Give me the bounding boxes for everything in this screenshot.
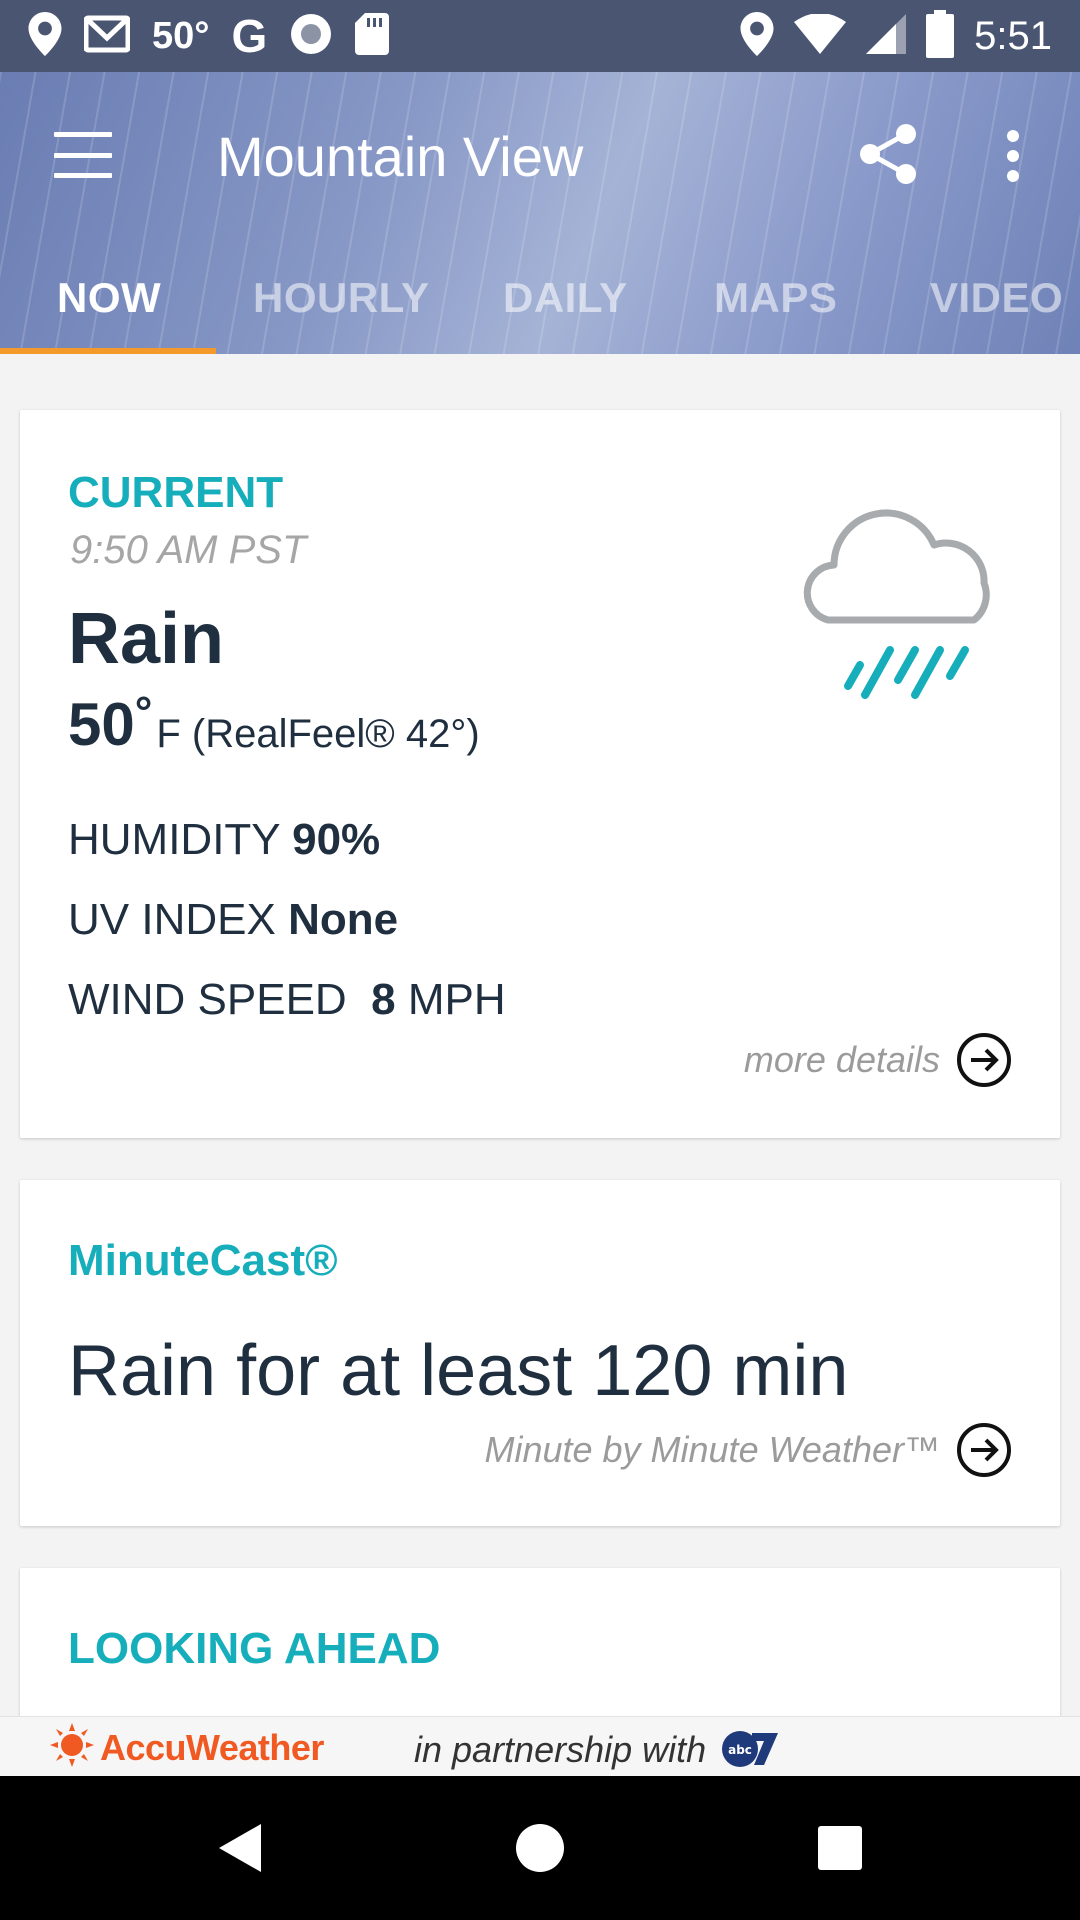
minutecast-headline: Rain for at least 120 min <box>68 1331 849 1411</box>
back-icon[interactable] <box>180 1776 300 1920</box>
partnership-text: in partnership with <box>414 1729 707 1770</box>
arrow-right-circle-icon <box>956 1032 1012 1088</box>
google-icon: G <box>231 10 268 62</box>
looking-ahead-card[interactable]: LOOKING AHEAD <box>20 1568 1060 1718</box>
uv-value: None <box>288 895 399 944</box>
humidity-row: HUMIDITY 90% <box>68 815 380 865</box>
navigation-bar <box>0 1776 1080 1920</box>
share-icon[interactable] <box>858 122 918 186</box>
tab-now[interactable]: NOW <box>57 274 161 322</box>
minutecast-title: MinuteCast® <box>68 1236 338 1285</box>
realfeel-text: F (RealFeel® 42°) <box>156 712 480 756</box>
minutecast-card[interactable]: MinuteCast® Rain for at least 120 min Mi… <box>20 1180 1060 1526</box>
current-conditions-card[interactable]: CURRENT 9:50 AM PST Rain 50 ° F (RealFee… <box>20 410 1060 1138</box>
current-section-title: CURRENT <box>68 468 284 517</box>
humidity-label: HUMIDITY <box>68 815 280 864</box>
partner-bar: AccuWeather in partnership with abc <box>0 1716 1080 1776</box>
accuweather-brand: AccuWeather <box>100 1726 324 1768</box>
observation-time: 9:50 AM PST <box>70 528 307 572</box>
location-icon <box>28 11 62 61</box>
more-details-link[interactable]: more details <box>744 1032 1012 1088</box>
sd-card-icon <box>355 12 390 60</box>
app-bar: Mountain View NOW HOURLY DAILY MAPS VIDE… <box>0 72 1080 354</box>
gmail-icon <box>83 14 131 59</box>
minutecast-subtitle: Minute by Minute Weather™ <box>484 1429 940 1470</box>
accuweather-logo[interactable]: AccuWeather <box>50 1723 324 1772</box>
signal-icon <box>866 13 907 59</box>
looking-ahead-title: LOOKING AHEAD <box>68 1624 441 1673</box>
status-temperature: 50° <box>152 14 210 57</box>
temperature-value: 50 <box>68 691 135 758</box>
arrow-right-circle-icon <box>956 1422 1012 1478</box>
more-details-text: more details <box>743 1039 940 1080</box>
temperature-degree: ° <box>134 688 153 737</box>
battery-icon <box>926 9 955 63</box>
tab-maps[interactable]: MAPS <box>714 274 837 322</box>
minutecast-link[interactable]: Minute by Minute Weather™ <box>484 1422 1012 1478</box>
location-icon <box>740 11 774 61</box>
menu-icon[interactable] <box>54 132 112 178</box>
toolbar: Mountain View <box>0 72 1080 242</box>
more-options-icon[interactable] <box>998 128 1028 184</box>
tab-indicator <box>0 348 216 354</box>
home-icon[interactable] <box>480 1776 600 1920</box>
tab-bar: NOW HOURLY DAILY MAPS VIDEO <box>0 242 1080 354</box>
recents-icon[interactable] <box>780 1776 900 1920</box>
sun-icon <box>50 1723 94 1772</box>
status-bar: 50° G 5:51 <box>0 0 1080 72</box>
condition-text: Rain <box>68 599 225 679</box>
wind-speed-row: WIND SPEED 8 MPH <box>68 975 506 1025</box>
wind-unit: MPH <box>407 975 506 1024</box>
rain-cloud-icon <box>790 490 1020 710</box>
svg-text:abc: abc <box>728 1743 752 1757</box>
wind-label: WIND SPEED <box>68 975 347 1024</box>
tab-daily[interactable]: DAILY <box>503 274 628 322</box>
wind-value: 8 <box>371 975 396 1024</box>
record-icon <box>289 12 333 61</box>
temperature-line: 50 ° F (RealFeel® 42°) <box>68 688 480 759</box>
uv-label: UV INDEX <box>68 895 276 944</box>
uv-index-row: UV INDEX None <box>68 895 398 945</box>
humidity-value: 90% <box>292 815 381 864</box>
tab-hourly[interactable]: HOURLY <box>253 274 429 322</box>
wifi-icon <box>794 12 847 59</box>
tab-video[interactable]: VIDEO <box>930 274 1063 322</box>
status-time: 5:51 <box>974 13 1052 58</box>
abc7-logo[interactable]: abc <box>720 1725 780 1774</box>
city-title: Mountain View <box>217 125 584 188</box>
